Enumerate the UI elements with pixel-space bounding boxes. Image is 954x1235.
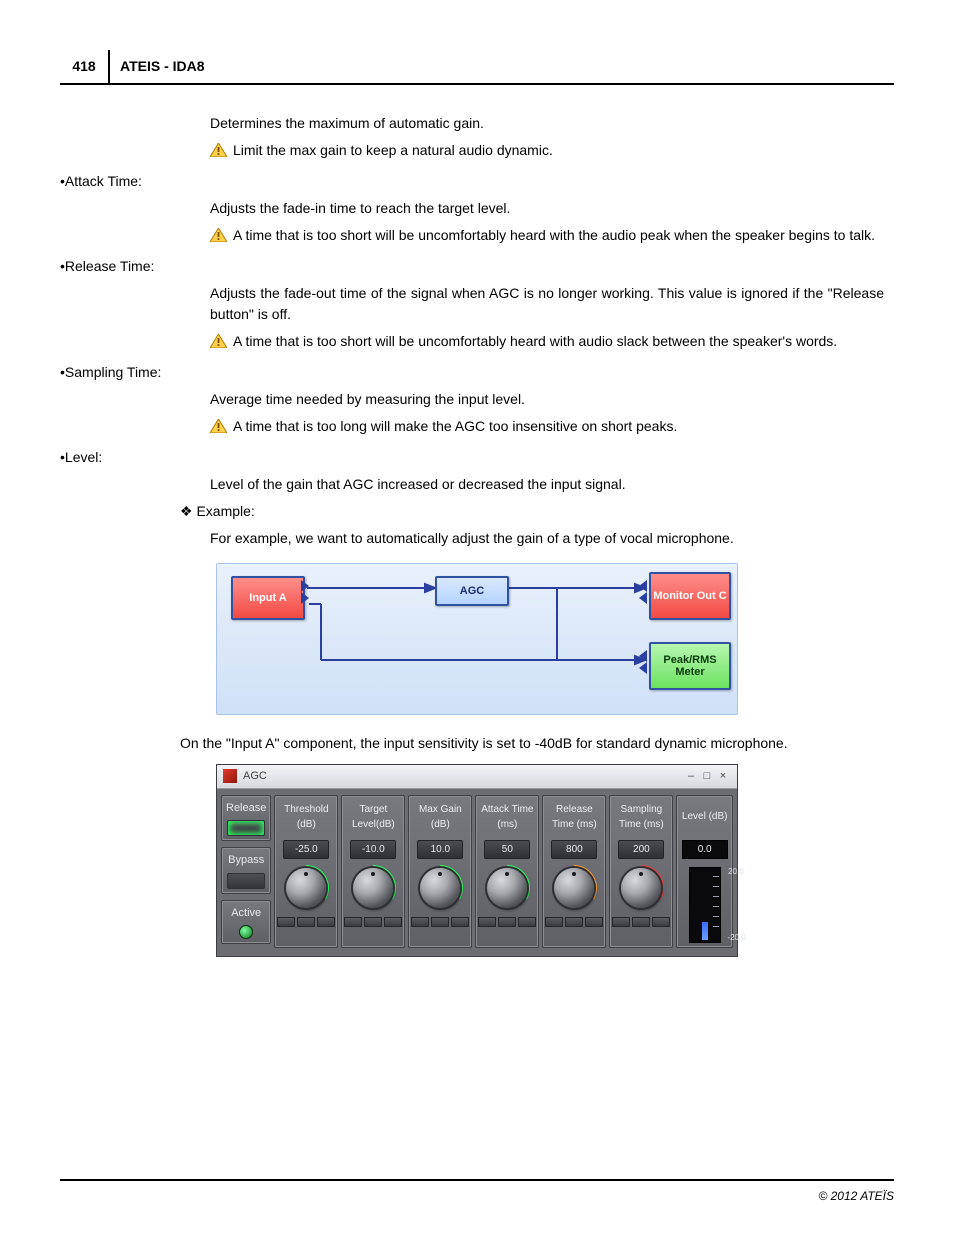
level-value: 0.0 — [682, 840, 728, 859]
knob-value[interactable]: 200 — [618, 840, 664, 859]
diagram-node-input[interactable]: Input A — [231, 576, 305, 620]
active-indicator-panel: Active — [221, 900, 271, 945]
knob-column: Sampling Time (ms) 200 — [609, 795, 673, 948]
warning-icon — [210, 228, 227, 242]
knob-label: Target Level(dB) — [344, 800, 402, 834]
knob-label: Threshold (dB) — [277, 800, 335, 834]
page-number: 418 — [60, 50, 108, 83]
knob-column: Threshold (dB) -25.0 — [274, 795, 338, 948]
item-warning-text: A time that is too short will be uncomfo… — [233, 333, 837, 349]
knob-ring — [283, 865, 329, 911]
knob-ring — [618, 865, 664, 911]
diagram-node-agc[interactable]: AGC — [435, 576, 509, 606]
intro-warning-text: Limit the max gain to keep a natural aud… — [233, 142, 553, 158]
agc-title-text: AGC — [243, 768, 683, 785]
knob-column: Target Level(dB) -10.0 — [341, 795, 405, 948]
agc-window: AGC – □ × Release Bypass Active Thr — [216, 764, 738, 957]
knob[interactable] — [487, 868, 527, 908]
example-heading: Example: — [180, 501, 884, 522]
signal-flow-diagram: Input A AGC Monitor Out C Peak/RMS Meter — [216, 563, 738, 715]
item-desc: Level of the gain that AGC increased or … — [210, 474, 884, 495]
knob-stepper[interactable] — [277, 917, 335, 927]
item-desc: Adjusts the fade-out time of the signal … — [210, 283, 884, 325]
knob-value[interactable]: -10.0 — [350, 840, 396, 859]
item-warning: A time that is too long will make the AG… — [210, 416, 884, 437]
warning-icon — [210, 419, 227, 433]
release-indicator — [227, 820, 265, 836]
item-warning-text: A time that is too short will be uncomfo… — [233, 227, 875, 243]
level-meter: 20.0 -20.0 — [689, 867, 721, 943]
knob-ring — [551, 865, 597, 911]
intro-text: Determines the maximum of automatic gain… — [210, 113, 884, 134]
bypass-toggle[interactable]: Bypass — [221, 847, 271, 894]
example-text: For example, we want to automatically ad… — [210, 528, 884, 549]
close-button[interactable]: × — [715, 768, 731, 785]
knob[interactable] — [286, 868, 326, 908]
item-warning: A time that is too short will be uncomfo… — [210, 225, 884, 246]
knob-stepper[interactable] — [612, 917, 670, 927]
knob-stepper[interactable] — [344, 917, 402, 927]
knob-column: Release Time (ms) 800 — [542, 795, 606, 948]
item-name: Release Time: — [65, 256, 154, 277]
knob[interactable] — [420, 868, 460, 908]
item-name: Sampling Time: — [65, 362, 161, 383]
knob-stepper[interactable] — [545, 917, 603, 927]
item-desc: Adjusts the fade-in time to reach the ta… — [210, 198, 884, 219]
window-icon — [223, 769, 237, 783]
knob-value[interactable]: 50 — [484, 840, 530, 859]
bypass-indicator — [227, 873, 265, 889]
item-name: Level: — [65, 447, 102, 468]
knob-label: Sampling Time (ms) — [612, 800, 670, 834]
level-column: Level (dB) 0.0 20.0 -20.0 — [676, 795, 733, 948]
knob-ring — [350, 865, 396, 911]
knob-column: Max Gain (dB) 10.0 — [408, 795, 472, 948]
agc-titlebar: AGC – □ × — [217, 765, 737, 789]
active-led-icon — [239, 925, 253, 939]
item-warning: A time that is too short will be uncomfo… — [210, 331, 884, 352]
item-name: Attack Time: — [65, 171, 142, 192]
knob[interactable] — [554, 868, 594, 908]
knob[interactable] — [353, 868, 393, 908]
knob-label: Release Time (ms) — [545, 800, 603, 834]
diagram-node-meter[interactable]: Peak/RMS Meter — [649, 642, 731, 690]
page-title: ATEIS - IDA8 — [108, 50, 215, 83]
warning-icon — [210, 143, 227, 157]
knob-value[interactable]: -25.0 — [283, 840, 329, 859]
intro-warning: Limit the max gain to keep a natural aud… — [210, 140, 884, 161]
knob-value[interactable]: 10.0 — [417, 840, 463, 859]
knob-column: Attack Time (ms) 50 — [475, 795, 539, 948]
item-desc: Average time needed by measuring the inp… — [210, 389, 884, 410]
release-toggle[interactable]: Release — [221, 795, 271, 842]
page-footer: © 2012 ATEÏS — [60, 1179, 894, 1205]
warning-icon — [210, 334, 227, 348]
knob-ring — [417, 865, 463, 911]
knob-ring — [484, 865, 530, 911]
minimize-button[interactable]: – — [683, 768, 699, 785]
level-label: Level (dB) — [682, 800, 728, 834]
knob-stepper[interactable] — [478, 917, 536, 927]
knob[interactable] — [621, 868, 661, 908]
page-header: 418 ATEIS - IDA8 — [60, 50, 894, 85]
knob-label: Attack Time (ms) — [478, 800, 536, 834]
knob-stepper[interactable] — [411, 917, 469, 927]
diagram-node-monitor[interactable]: Monitor Out C — [649, 572, 731, 620]
maximize-button[interactable]: □ — [699, 768, 715, 785]
after-diagram-text: On the "Input A" component, the input se… — [180, 733, 884, 754]
item-warning-text: A time that is too long will make the AG… — [233, 418, 677, 434]
knob-value[interactable]: 800 — [551, 840, 597, 859]
knob-label: Max Gain (dB) — [411, 800, 469, 834]
